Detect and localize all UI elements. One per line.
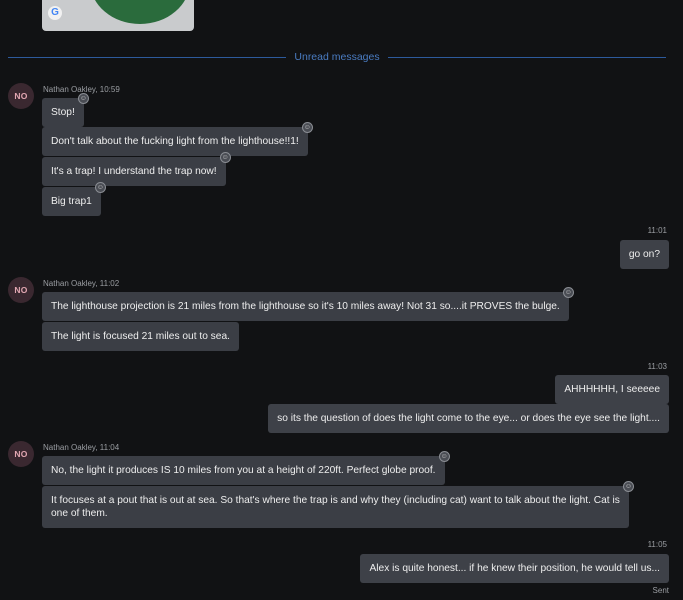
avatar[interactable]: NO xyxy=(8,277,34,303)
message-bubble[interactable]: Don't talk about the fucking light from … xyxy=(42,122,313,156)
message-bubble[interactable]: Big trap1 ☺ xyxy=(42,182,106,216)
message-text: The lighthouse projection is 21 miles fr… xyxy=(51,301,560,312)
add-reaction-icon[interactable]: ☺ xyxy=(94,182,106,193)
message-bubble[interactable]: The light is focused 21 miles out to sea… xyxy=(42,322,239,351)
divider-line-right xyxy=(387,56,666,58)
message-meta: Nathan Oakley, 11:04 xyxy=(43,443,120,452)
message-bubble-own[interactable]: go on? xyxy=(619,240,669,269)
add-reaction-icon[interactable]: ☺ xyxy=(438,451,450,462)
sent-status: Sent xyxy=(652,586,669,595)
add-reaction-icon[interactable]: ☺ xyxy=(623,481,634,492)
chat-history: G Unread messages NO Nathan Oakley, 10:5… xyxy=(0,0,683,600)
google-icon: G xyxy=(48,6,62,20)
add-reaction-icon[interactable]: ☺ xyxy=(301,122,313,133)
message-time: 11:03 xyxy=(647,362,667,371)
message-text: It's a trap! I understand the trap now! xyxy=(51,166,217,177)
divider-line-left xyxy=(8,56,287,58)
avatar[interactable]: NO xyxy=(8,83,34,109)
message-text: Stop! xyxy=(51,107,75,118)
message-text: go on? xyxy=(628,249,660,260)
add-reaction-icon[interactable]: ☺ xyxy=(77,93,89,104)
message-text: Don't talk about the fucking light from … xyxy=(51,136,299,147)
unread-divider: Unread messages xyxy=(8,50,666,64)
message-text: No, the light it produces IS 10 miles fr… xyxy=(51,465,436,476)
message-text: It focuses at a pout that is out at sea.… xyxy=(51,495,620,519)
message-bubble-own[interactable]: so its the question of does the light co… xyxy=(268,404,669,433)
globe-image xyxy=(90,0,190,24)
message-bubble[interactable]: It focuses at a pout that is out at sea.… xyxy=(42,481,634,528)
message-text: Alex is quite honest... if he knew their… xyxy=(369,563,660,574)
unread-messages-label: Unread messages xyxy=(294,51,380,63)
avatar[interactable]: NO xyxy=(8,441,34,467)
message-bubble-own[interactable]: AHHHHHH, I seeeee xyxy=(555,375,669,404)
add-reaction-icon[interactable]: ☺ xyxy=(562,287,574,298)
message-bubble[interactable]: Stop! ☺ xyxy=(42,93,89,127)
shared-link-card[interactable]: G xyxy=(42,0,194,31)
message-text: Big trap1 xyxy=(51,196,92,207)
message-time: 11:01 xyxy=(647,226,667,235)
message-text: AHHHHHH, I seeeee xyxy=(564,384,660,395)
message-meta: Nathan Oakley, 11:02 xyxy=(43,279,120,288)
message-time: 11:05 xyxy=(647,540,667,549)
message-bubble-own[interactable]: Alex is quite honest... if he knew their… xyxy=(360,554,669,583)
message-bubble[interactable]: It's a trap! I understand the trap now! … xyxy=(42,152,231,186)
message-bubble[interactable]: The lighthouse projection is 21 miles fr… xyxy=(42,287,574,321)
message-text: so its the question of does the light co… xyxy=(277,413,660,424)
message-text: The light is focused 21 miles out to sea… xyxy=(51,331,230,342)
message-bubble[interactable]: No, the light it produces IS 10 miles fr… xyxy=(42,451,450,485)
add-reaction-icon[interactable]: ☺ xyxy=(219,152,231,163)
